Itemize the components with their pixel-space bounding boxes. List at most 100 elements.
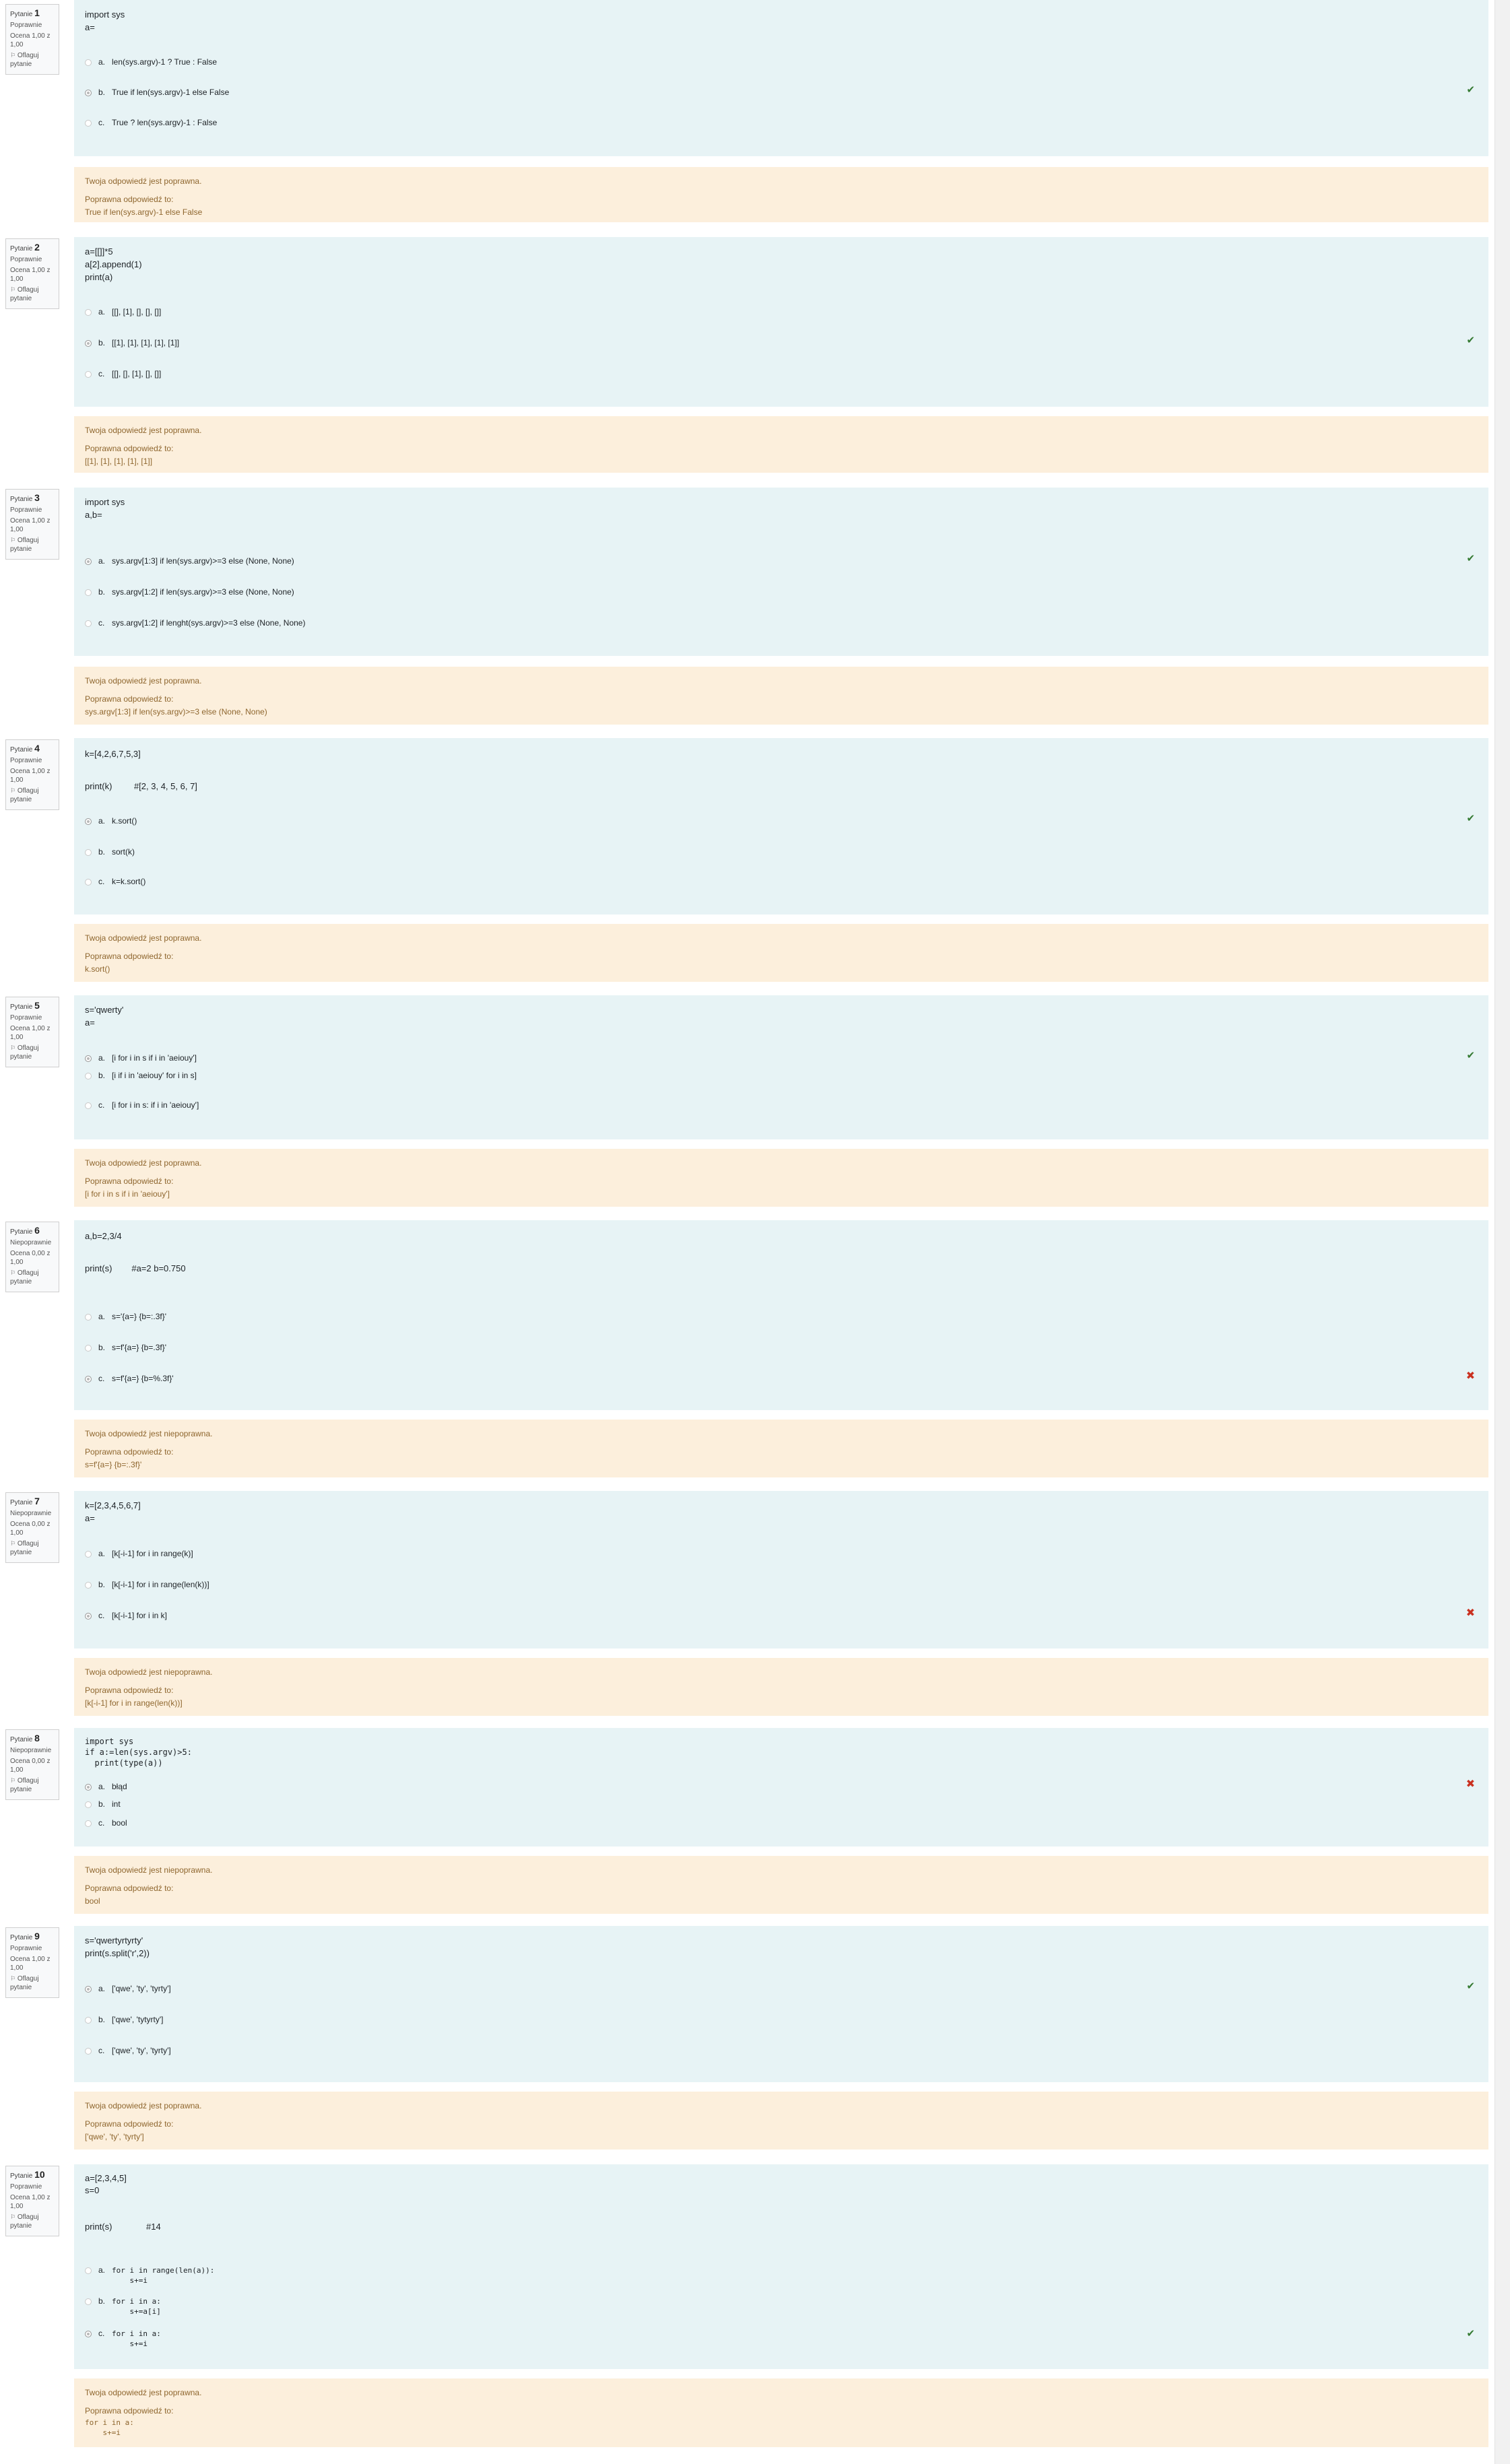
- answer-option-c[interactable]: c. [i for i in s: if i in 'aeiouy']: [85, 1100, 199, 1110]
- answer-option-b[interactable]: b. [[1], [1], [1], [1], [1]]: [85, 338, 179, 347]
- radio-button-selected[interactable]: [85, 558, 92, 565]
- answer-option-a[interactable]: a. for i in range(len(a)): s+=i: [85, 2265, 214, 2286]
- answer-option-a[interactable]: a. s='{a=} {b=:.3f}': [85, 1312, 166, 1321]
- radio-button[interactable]: [85, 849, 92, 856]
- radio-button[interactable]: [85, 2298, 92, 2305]
- radio-button[interactable]: [85, 1314, 92, 1321]
- answer-option-c[interactable]: c. [[], [], [1], [], []]: [85, 369, 161, 378]
- answer-option-a[interactable]: a. sys.argv[1:3] if len(sys.argv)>=3 else…: [85, 556, 294, 566]
- radio-button[interactable]: [85, 1820, 92, 1827]
- answer-option-a[interactable]: a. [i for i in s if i in 'aeiouy']: [85, 1053, 197, 1063]
- answer-option-b[interactable]: b. True if len(sys.argv)-1 else False: [85, 88, 229, 97]
- correct-check-icon: ✔: [1466, 2328, 1475, 2339]
- radio-button[interactable]: [85, 2017, 92, 2024]
- question-info: Pytanie 3 Poprawnie Ocena 1,00 z 1,00 ⚐ …: [5, 489, 59, 560]
- page-scrollbar[interactable]: [1495, 0, 1510, 2464]
- radio-button[interactable]: [85, 309, 92, 316]
- radio-button[interactable]: [85, 1073, 92, 1079]
- answer-option-c[interactable]: c. sys.argv[1:2] if lenght(sys.argv)>=3 e…: [85, 618, 305, 628]
- question-feedback: Twoja odpowiedź jest niepoprawna. Popraw…: [74, 1658, 1488, 1716]
- flag-question-link[interactable]: ⚐ Oflaguj pytanie: [10, 1269, 55, 1286]
- answer-option-b[interactable]: b. int: [85, 1799, 121, 1809]
- question-number: 8: [34, 1733, 40, 1743]
- flag-icon: ⚐: [10, 537, 16, 543]
- answer-option-a[interactable]: a. [[], [1], [], [], []]: [85, 307, 161, 317]
- question-info: Pytanie 5 Poprawnie Ocena 1,00 z 1,00 ⚐ …: [5, 997, 59, 1067]
- question-feedback: Twoja odpowiedź jest niepoprawna. Popraw…: [74, 1856, 1488, 1914]
- answer-option-c[interactable]: c. s=f'{a=} {b=%.3f}': [85, 1374, 174, 1383]
- question-mark: Ocena 1,00 z 1,00: [10, 517, 51, 533]
- question-formulation: k=[2,3,4,5,6,7] a= a. [k[-i-1] for i in r…: [74, 1491, 1488, 1649]
- radio-button[interactable]: [85, 1345, 92, 1352]
- correct-answer-label: Poprawna odpowiedź to:: [85, 1686, 174, 1695]
- radio-button[interactable]: [85, 620, 92, 627]
- radio-button-selected[interactable]: [85, 1376, 92, 1383]
- radio-button-selected[interactable]: [85, 90, 92, 96]
- answer-option-c[interactable]: c. k=k.sort(): [85, 877, 145, 886]
- answer-option-c[interactable]: c. True ? len(sys.argv)-1 : False: [85, 118, 217, 127]
- radio-button-selected[interactable]: [85, 1613, 92, 1620]
- feedback-text: Twoja odpowiedź jest niepoprawna.: [85, 1429, 213, 1438]
- answer-option-c[interactable]: c. bool: [85, 1818, 127, 1828]
- question-feedback: Twoja odpowiedź jest poprawna. Poprawna …: [74, 416, 1488, 473]
- incorrect-cross-icon: ✖: [1466, 1607, 1475, 1619]
- radio-button[interactable]: [85, 589, 92, 596]
- answer-option-b[interactable]: b. [k[-i-1] for i in range(len(k))]: [85, 1580, 209, 1589]
- radio-button-selected[interactable]: [85, 1986, 92, 1993]
- answer-option-a[interactable]: a. ['qwe', 'ty', 'tyrty']: [85, 1984, 171, 1993]
- answer-option-a[interactable]: a. błąd: [85, 1782, 127, 1791]
- answer-option-a[interactable]: a. len(sys.argv)-1 ? True : False: [85, 57, 217, 67]
- flag-question-link[interactable]: ⚐ Oflaguj pytanie: [10, 787, 55, 804]
- flag-question-link[interactable]: ⚐ Oflaguj pytanie: [10, 1539, 55, 1557]
- radio-button[interactable]: [85, 2048, 92, 2055]
- radio-button-selected[interactable]: [85, 1055, 92, 1062]
- question-word: Pytanie: [10, 496, 33, 503]
- flag-icon: ⚐: [10, 1975, 16, 1982]
- radio-button-selected[interactable]: [85, 818, 92, 825]
- radio-button[interactable]: [85, 1551, 92, 1558]
- question-status: Poprawnie: [10, 256, 42, 263]
- answer-option-b[interactable]: b. sys.argv[1:2] if len(sys.argv)>=3 else…: [85, 587, 294, 597]
- radio-button[interactable]: [85, 1582, 92, 1589]
- correct-check-icon: ✔: [1466, 1980, 1475, 1992]
- flag-question-link[interactable]: ⚐ Oflaguj pytanie: [10, 51, 55, 69]
- answer-option-c[interactable]: c. ['qwe', 'ty', 'tyrty']: [85, 2046, 171, 2055]
- answer-option-b[interactable]: b. ['qwe', 'tytyrty']: [85, 2015, 164, 2024]
- answer-option-a[interactable]: a. k.sort(): [85, 816, 137, 826]
- question-mark: Ocena 1,00 z 1,00: [10, 2194, 51, 2210]
- radio-button-selected[interactable]: [85, 1784, 92, 1791]
- radio-button[interactable]: [85, 1801, 92, 1808]
- radio-button[interactable]: [85, 1102, 92, 1109]
- answer-option-b[interactable]: b. s=f'{a=} {b=.3f}': [85, 1343, 166, 1352]
- radio-button[interactable]: [85, 59, 92, 66]
- question-mark: Ocena 1,00 z 1,00: [10, 1025, 51, 1041]
- radio-button[interactable]: [85, 2267, 92, 2274]
- answer-option-c[interactable]: c. for i in a: s+=i: [85, 2329, 161, 2349]
- question-mark: Ocena 0,00 z 1,00: [10, 1521, 51, 1537]
- radio-button[interactable]: [85, 120, 92, 127]
- question-word: Pytanie: [10, 1934, 33, 1941]
- question-formulation: import sys if a:=len(sys.argv)>5: print(…: [74, 1728, 1488, 1846]
- flag-icon: ⚐: [10, 2213, 16, 2220]
- question-text: import sys a,b=: [85, 497, 125, 520]
- correct-answer-label: Poprawna odpowiedź to:: [85, 1884, 174, 1893]
- flag-question-link[interactable]: ⚐ Oflaguj pytanie: [10, 1044, 55, 1061]
- answer-option-b[interactable]: b. for i in a: s+=a[i]: [85, 2296, 161, 2317]
- flag-icon: ⚐: [10, 1044, 16, 1051]
- radio-button[interactable]: [85, 879, 92, 886]
- answer-option-b[interactable]: b. sort(k): [85, 847, 135, 857]
- flag-question-link[interactable]: ⚐ Oflaguj pytanie: [10, 286, 55, 303]
- question-word: Pytanie: [10, 1499, 33, 1506]
- flag-icon: ⚐: [10, 787, 16, 794]
- answer-option-a[interactable]: a. [k[-i-1] for i in range(k)]: [85, 1549, 193, 1558]
- flag-question-link[interactable]: ⚐ Oflaguj pytanie: [10, 1974, 55, 1992]
- flag-question-link[interactable]: ⚐ Oflaguj pytanie: [10, 536, 55, 554]
- radio-button-selected[interactable]: [85, 340, 92, 347]
- flag-question-link[interactable]: ⚐ Oflaguj pytanie: [10, 1776, 55, 1794]
- answer-option-c[interactable]: c. [k[-i-1] for i in k]: [85, 1611, 167, 1620]
- flag-question-link[interactable]: ⚐ Oflaguj pytanie: [10, 2213, 55, 2230]
- incorrect-cross-icon: ✖: [1466, 1778, 1475, 1790]
- radio-button[interactable]: [85, 371, 92, 378]
- answer-option-b[interactable]: b. [i if i in 'aeiouy' for i in s]: [85, 1071, 197, 1080]
- radio-button-selected[interactable]: [85, 2331, 92, 2337]
